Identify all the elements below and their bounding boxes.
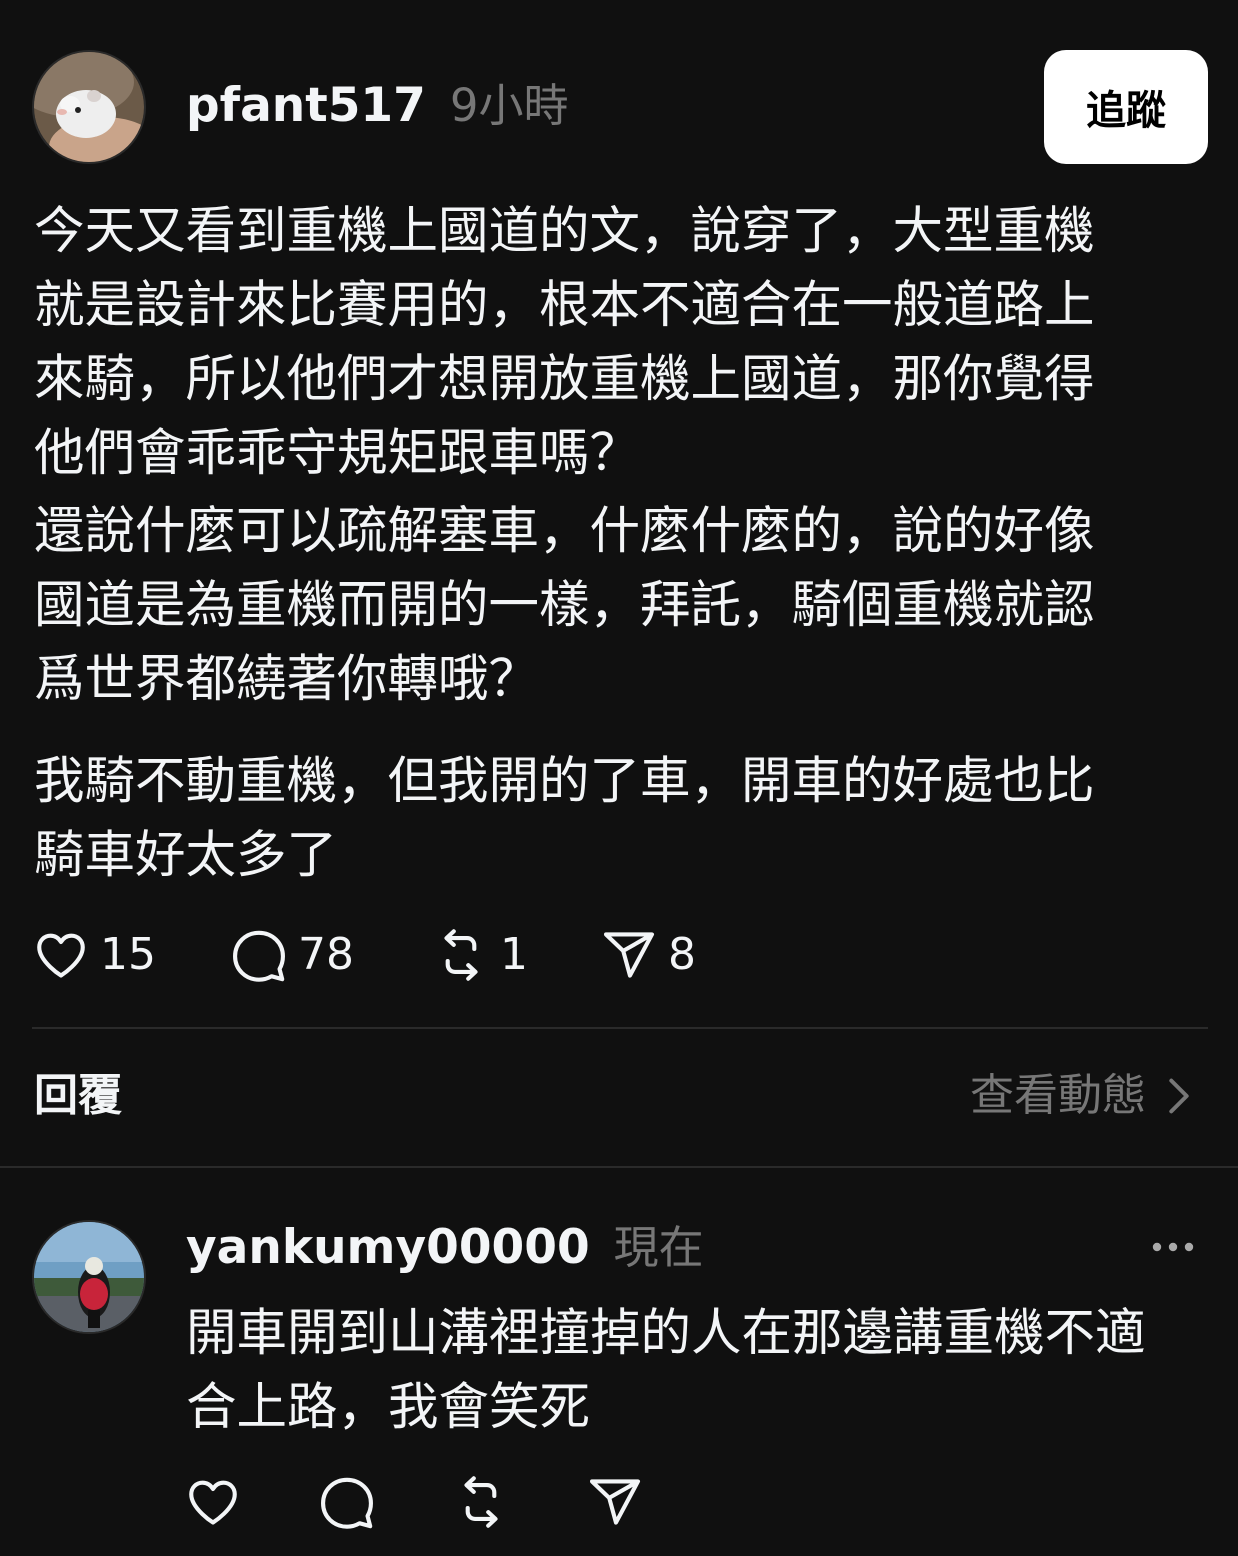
- reply-comment-button[interactable]: [318, 1473, 376, 1535]
- view-activity-label: 查看動態: [970, 1070, 1146, 1121]
- share-button[interactable]: 8: [600, 926, 696, 984]
- chevron-right-icon: [1169, 1078, 1189, 1114]
- comment-bubble-icon: [321, 1477, 373, 1529]
- view-activity-link[interactable]: 查看動態: [970, 1074, 1194, 1118]
- repost-icon: [444, 929, 478, 981]
- post-paragraph-3: 我騎不動重機，但我開的了車，開車的好處也比 騎車好太多了: [34, 744, 1095, 892]
- text-line: 合上路，我會笑死: [186, 1377, 590, 1436]
- more-dots-icon[interactable]: [1150, 1234, 1196, 1260]
- replies-tab[interactable]: 回覆: [34, 1074, 122, 1118]
- post-paragraph-1: 今天又看到重機上國道的文，說穿了，大型重機 就是設計來比賽用的，根本不適合在一般…: [34, 194, 1095, 490]
- like-count: 15: [100, 929, 156, 980]
- heart-icon: [189, 1480, 237, 1525]
- repost-button[interactable]: 1: [432, 926, 528, 984]
- repost-icon: [464, 1476, 498, 1528]
- follow-button[interactable]: 追蹤: [1044, 50, 1208, 164]
- text-line: 還說什麼可以疏解塞車，什麼什麼的，說的好像: [34, 501, 1095, 560]
- send-icon: [603, 932, 655, 978]
- comment-bubble-icon: [233, 930, 285, 982]
- post-username[interactable]: pfant517: [186, 82, 426, 129]
- post-paragraph-2: 還說什麼可以疏解塞車，什麼什麼的，說的好像 國道是為重機而開的一樣，拜託，騎個重…: [34, 494, 1095, 716]
- avatar[interactable]: [32, 1220, 146, 1334]
- text-line: 他們會乖乖守規矩跟車嗎？: [34, 423, 640, 482]
- text-line: 來騎，所以他們才想開放重機上國道，那你覺得: [34, 349, 1095, 408]
- text-line: 騎車好太多了: [34, 825, 337, 884]
- text-line: 開車開到山溝裡撞掉的人在那邊講重機不適: [186, 1303, 1146, 1362]
- post-header: pfant517 9小時: [186, 82, 568, 129]
- text-line: 爲世界都繞著你轉哦？: [34, 649, 539, 708]
- hamster-avatar-image: [34, 52, 144, 162]
- text-line: 就是設計來比賽用的，根本不適合在一般道路上: [34, 275, 1095, 334]
- text-line: 國道是為重機而開的一樣，拜託，騎個重機就認: [34, 575, 1095, 634]
- motorcycle-avatar-image: [34, 1222, 144, 1332]
- comment-button[interactable]: 78: [230, 926, 354, 984]
- divider: [0, 1166, 1238, 1168]
- like-button[interactable]: 15: [32, 926, 156, 984]
- reply-repost-button[interactable]: [452, 1473, 510, 1535]
- text-line: 今天又看到重機上國道的文，說穿了，大型重機: [34, 201, 1095, 260]
- reply-time: 現在: [613, 1221, 704, 1274]
- reply-username[interactable]: yankumy00000: [186, 1224, 590, 1271]
- post-time: 9小時: [449, 79, 569, 132]
- share-count: 8: [668, 929, 696, 980]
- avatar[interactable]: [32, 50, 146, 164]
- reply-header: yankumy00000 現在: [186, 1224, 704, 1271]
- reply-like-button[interactable]: [184, 1473, 242, 1535]
- repost-count: 1: [500, 929, 528, 980]
- send-icon: [589, 1479, 641, 1525]
- text-line: 我騎不動重機，但我開的了車，開車的好處也比: [34, 751, 1095, 810]
- comment-count: 78: [298, 929, 354, 980]
- reply-body: 開車開到山溝裡撞掉的人在那邊講重機不適 合上路，我會笑死: [186, 1296, 1146, 1444]
- heart-icon: [37, 933, 85, 978]
- reply-share-button[interactable]: [586, 1473, 644, 1535]
- divider: [32, 1027, 1208, 1029]
